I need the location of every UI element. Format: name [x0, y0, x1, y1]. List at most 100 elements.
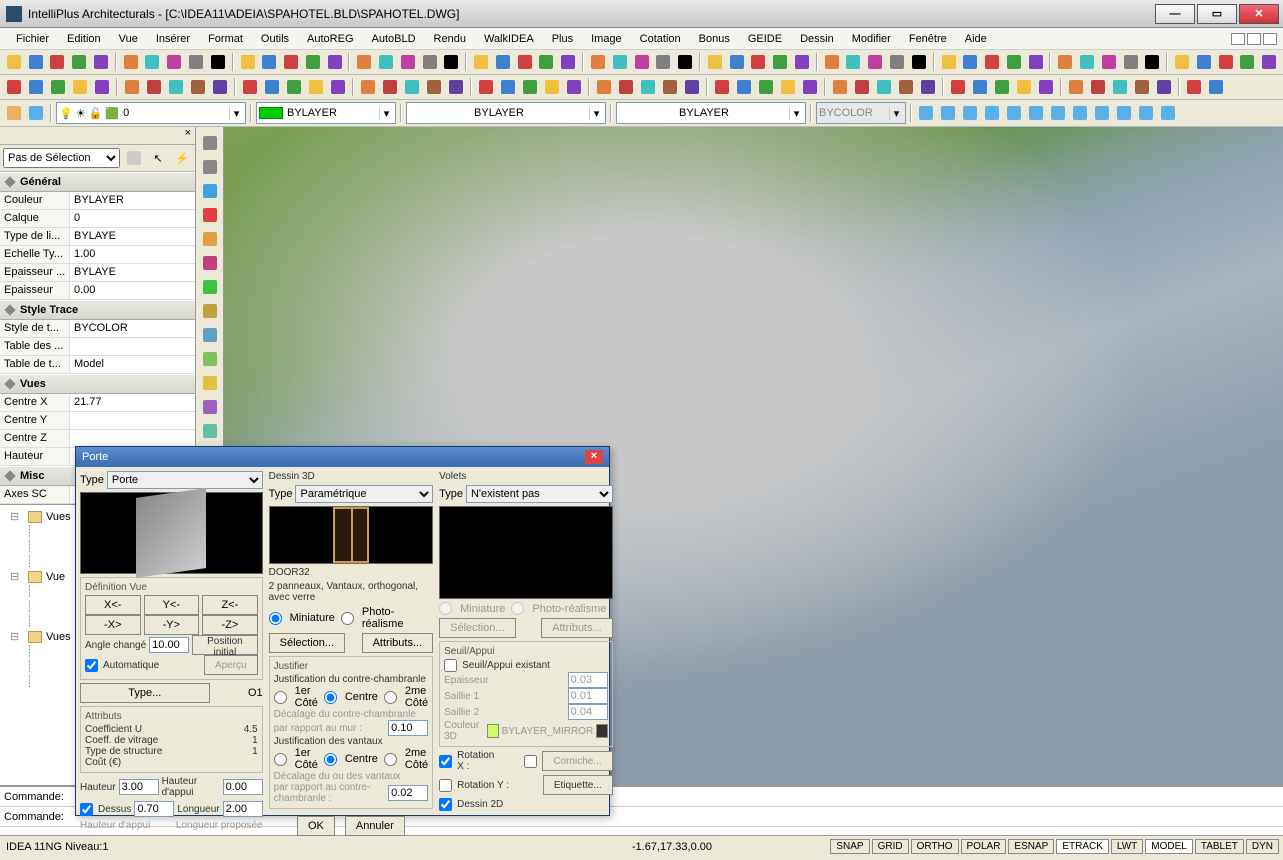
hauteur-appui-input[interactable]	[223, 779, 263, 795]
toolbar-button[interactable]	[70, 77, 90, 97]
vtoolbar-button[interactable]	[200, 229, 220, 249]
view-button[interactable]: -Y>	[144, 615, 200, 635]
toolbar-button[interactable]	[284, 77, 304, 97]
toolbar-button[interactable]	[874, 77, 894, 97]
property-value[interactable]: 1.00	[70, 246, 195, 263]
toolbar-button[interactable]	[92, 77, 112, 97]
toolbar-button[interactable]	[240, 77, 260, 97]
toolbar-button[interactable]	[1194, 52, 1214, 72]
property-value[interactable]	[70, 430, 195, 447]
toolbar-button[interactable]	[638, 77, 658, 97]
view-cube-icon[interactable]	[1004, 103, 1024, 123]
toolbar-button[interactable]	[1077, 52, 1097, 72]
property-value[interactable]: 0	[70, 210, 195, 227]
toolbar-button[interactable]	[328, 77, 348, 97]
section-header[interactable]: Vues	[0, 374, 195, 394]
menu-autobld[interactable]: AutoBLD	[364, 31, 424, 47]
toolbar-button[interactable]	[1055, 52, 1075, 72]
toolbar-button[interactable]	[420, 52, 440, 72]
property-row[interactable]: Table de t...Model	[0, 356, 195, 374]
property-row[interactable]: Style de t...BYCOLOR	[0, 320, 195, 338]
corniche-pre-checkbox[interactable]	[524, 755, 537, 768]
mdi-restore[interactable]	[1247, 33, 1261, 45]
vtoolbar-button[interactable]	[200, 133, 220, 153]
property-value[interactable]: BYCOLOR	[70, 320, 195, 337]
toolbar-button[interactable]	[210, 77, 230, 97]
menu-aide[interactable]: Aide	[957, 31, 995, 47]
view-cube-icon[interactable]	[1026, 103, 1046, 123]
toolbar-button[interactable]	[1026, 52, 1046, 72]
dropdown-icon[interactable]: ▾	[789, 107, 803, 120]
dessin3d-type-select[interactable]: Paramétrique	[295, 485, 433, 503]
etiquette-button[interactable]: Etiquette...	[543, 775, 613, 795]
menu-autoreg[interactable]: AutoREG	[299, 31, 361, 47]
roty-checkbox[interactable]	[439, 779, 452, 792]
toolbar-button[interactable]	[493, 52, 513, 72]
toolbar-button[interactable]	[380, 77, 400, 97]
view-cube-icon[interactable]	[916, 103, 936, 123]
pick-object-icon[interactable]: ↖	[148, 148, 168, 168]
vtoolbar-button[interactable]	[200, 205, 220, 225]
toolbar-button[interactable]	[1066, 77, 1086, 97]
v-side1-radio[interactable]	[274, 753, 287, 766]
toolbar-button[interactable]	[537, 52, 557, 72]
toolbar-button[interactable]	[1004, 52, 1024, 72]
toolbar-button[interactable]	[734, 77, 754, 97]
section-header[interactable]: Style Trace	[0, 300, 195, 320]
dropdown-icon[interactable]: ▾	[379, 107, 393, 120]
vtoolbar-button[interactable]	[200, 421, 220, 441]
property-row[interactable]: Calque0	[0, 210, 195, 228]
view-button[interactable]: -X>	[85, 615, 141, 635]
menu-bonus[interactable]: Bonus	[691, 31, 738, 47]
view-cube-icon[interactable]	[982, 103, 1002, 123]
status-toggle-esnap[interactable]: ESNAP	[1008, 839, 1054, 854]
toolbar-button[interactable]	[1110, 77, 1130, 97]
toolbar-button[interactable]	[749, 52, 769, 72]
toolbar-button[interactable]	[402, 77, 422, 97]
toolbar-button[interactable]	[122, 77, 142, 97]
toolbar-button[interactable]	[830, 77, 850, 97]
property-value[interactable]	[70, 412, 195, 429]
property-row[interactable]: CouleurBYLAYER	[0, 192, 195, 210]
toolbar-button[interactable]	[896, 77, 916, 97]
view-cube-icon[interactable]	[1092, 103, 1112, 123]
type-select[interactable]: Porte	[107, 471, 263, 489]
view-cube-icon[interactable]	[1070, 103, 1090, 123]
toolbar-button[interactable]	[1154, 77, 1174, 97]
linetype-combo[interactable]: BYLAYER ▾	[406, 102, 606, 124]
menu-modifier[interactable]: Modifier	[844, 31, 899, 47]
toolbar-button[interactable]	[476, 77, 496, 97]
vtoolbar-button[interactable]	[200, 373, 220, 393]
toggle-pickadd-icon[interactable]: ⚡	[172, 148, 192, 168]
toolbar-button[interactable]	[188, 77, 208, 97]
menu-cotation[interactable]: Cotation	[632, 31, 689, 47]
seuil-existant-checkbox[interactable]	[444, 659, 457, 672]
dropdown-icon[interactable]: ▾	[589, 107, 603, 120]
view-button[interactable]: -Z>	[202, 615, 258, 635]
toolbar-button[interactable]	[1238, 52, 1258, 72]
dessin2d-checkbox[interactable]	[439, 798, 452, 811]
toolbar-button[interactable]	[424, 77, 444, 97]
position-initial-button[interactable]: Position initial	[192, 635, 257, 655]
mdi-minimize[interactable]	[1231, 33, 1245, 45]
menu-geide[interactable]: GEIDE	[740, 31, 790, 47]
toolbar-button[interactable]	[1172, 52, 1192, 72]
vtoolbar-button[interactable]	[200, 253, 220, 273]
dialog-titlebar[interactable]: Porte ×	[76, 447, 609, 467]
property-value[interactable]	[70, 338, 195, 355]
palette-close-icon[interactable]: ×	[185, 127, 191, 144]
toolbar-button[interactable]	[354, 52, 374, 72]
toolbar-button[interactable]	[144, 77, 164, 97]
property-row[interactable]: Epaisseur0.00	[0, 282, 195, 300]
toolbar-button[interactable]	[303, 52, 323, 72]
toolbar-button[interactable]	[887, 52, 907, 72]
rotx-checkbox[interactable]	[439, 755, 452, 768]
mdi-close[interactable]	[1263, 33, 1277, 45]
cancel-button[interactable]: Annuler	[345, 816, 405, 836]
vtoolbar-button[interactable]	[200, 157, 220, 177]
selection-filter-combo[interactable]: Pas de Sélection	[3, 148, 120, 168]
longueur-input[interactable]	[223, 801, 263, 817]
toolbar-button[interactable]	[446, 77, 466, 97]
toolbar-button[interactable]	[325, 52, 345, 72]
toolbar-button[interactable]	[542, 77, 562, 97]
